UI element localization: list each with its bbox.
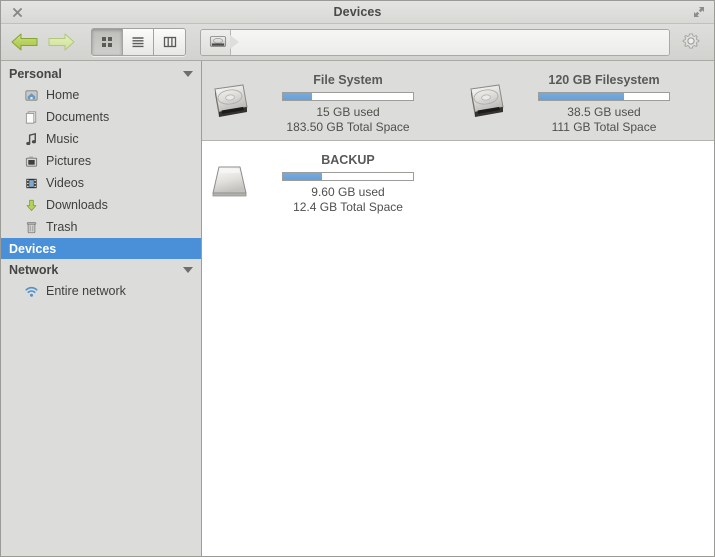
sidebar-item-documents[interactable]: Documents (1, 106, 201, 128)
device-row: BACKUP 9.60 GB used 12.4 GB Total Space (202, 141, 714, 231)
sidebar-item-entire-network-label: Entire network (46, 284, 126, 298)
sidebar-section-personal[interactable]: Personal (1, 63, 201, 84)
device-total-label: 12.4 GB Total Space (293, 200, 403, 214)
device-name: File System (313, 73, 383, 87)
network-wifi-icon (23, 283, 39, 299)
sidebar-item-videos-label: Videos (46, 176, 84, 190)
columns-icon (163, 36, 176, 48)
sidebar-item-music[interactable]: Music (1, 128, 201, 150)
device-info: File System 15 GB used 183.50 GB Total S… (256, 73, 458, 135)
maximize-icon[interactable] (692, 5, 707, 20)
home-icon (23, 87, 39, 103)
device-name: BACKUP (321, 153, 375, 167)
documents-icon (23, 109, 39, 125)
device-item-120-gb-filesystem[interactable]: 120 GB Filesystem 38.5 GB used 111 GB To… (458, 61, 714, 140)
window-body: Personal Home Documents Music Pictures V… (1, 61, 714, 556)
devices-content: File System 15 GB used 183.50 GB Total S… (202, 61, 714, 556)
device-usage-bar (538, 92, 670, 101)
forward-button[interactable] (45, 29, 77, 55)
sidebar-item-entire-network[interactable]: Entire network (1, 280, 201, 302)
sidebar-item-music-label: Music (46, 132, 79, 146)
maximize-glyph (694, 7, 704, 17)
path-bar[interactable] (200, 28, 670, 56)
sidebar-item-trash[interactable]: Trash (1, 216, 201, 238)
device-usage-fill (539, 93, 624, 100)
close-icon[interactable] (9, 4, 25, 20)
internal-harddisk-icon (458, 73, 512, 123)
device-item-file-system[interactable]: File System 15 GB used 183.50 GB Total S… (202, 61, 458, 140)
download-arrow-icon (23, 197, 39, 213)
content-empty-area (202, 231, 714, 556)
device-slot-empty (458, 141, 714, 231)
list-view-button[interactable] (123, 29, 154, 55)
settings-button[interactable] (678, 29, 704, 55)
device-name: 120 GB Filesystem (548, 73, 660, 87)
device-used-label: 15 GB used (316, 105, 380, 119)
sidebar-section-network-label: Network (9, 262, 59, 277)
gear-icon (682, 33, 700, 49)
device-usage-bar (282, 92, 414, 101)
chevron-down-icon[interactable] (183, 266, 193, 273)
device-total-label: 183.50 GB Total Space (286, 120, 410, 134)
device-usage-fill (283, 93, 312, 100)
pictures-icon (23, 153, 39, 169)
sidebar-section-network[interactable]: Network (1, 259, 201, 280)
view-mode-group (91, 28, 186, 56)
title-bar: Devices (1, 1, 714, 24)
sidebar-item-pictures[interactable]: Pictures (1, 150, 201, 172)
sidebar-item-videos[interactable]: Videos (1, 172, 201, 194)
sidebar-item-home[interactable]: Home (1, 84, 201, 106)
film-icon (23, 175, 39, 191)
column-view-button[interactable] (154, 29, 185, 55)
sidebar-item-home-label: Home (46, 88, 80, 102)
device-total-label: 111 GB Total Space (551, 120, 657, 134)
device-info: 120 GB Filesystem 38.5 GB used 111 GB To… (512, 73, 714, 135)
breadcrumb-device[interactable] (201, 29, 239, 55)
path-input[interactable] (231, 29, 669, 55)
arrow-left-icon (11, 33, 38, 51)
sidebar-item-downloads-label: Downloads (46, 198, 108, 212)
file-manager-window: Devices Personal Home Documents Music Pi… (0, 0, 715, 557)
sidebar-item-trash-label: Trash (46, 220, 78, 234)
device-info: BACKUP 9.60 GB used 12.4 GB Total Space (256, 153, 458, 215)
grid-icon (102, 37, 112, 47)
sidebar-item-documents-label: Documents (46, 110, 110, 124)
trash-icon (23, 219, 39, 235)
device-usage-bar (282, 172, 414, 181)
arrow-right-icon (48, 33, 75, 51)
toolbar (1, 24, 714, 61)
sidebar-item-pictures-label: Pictures (46, 154, 92, 168)
chevron-down-icon[interactable] (183, 70, 193, 77)
back-button[interactable] (9, 29, 41, 55)
music-note-icon (23, 131, 39, 147)
sidebar-item-downloads[interactable]: Downloads (1, 194, 201, 216)
harddisk-icon (209, 36, 227, 47)
window-title: Devices (333, 5, 382, 19)
icon-view-button[interactable] (92, 29, 123, 55)
close-glyph (12, 7, 22, 17)
sidebar-section-devices[interactable]: Devices (1, 238, 201, 259)
device-used-label: 9.60 GB used (311, 185, 385, 199)
sidebar-section-personal-label: Personal (9, 66, 62, 81)
device-item-backup[interactable]: BACKUP 9.60 GB used 12.4 GB Total Space (202, 141, 458, 231)
sidebar: Personal Home Documents Music Pictures V… (1, 61, 202, 556)
device-row: File System 15 GB used 183.50 GB Total S… (202, 61, 714, 141)
device-usage-fill (283, 173, 322, 180)
internal-harddisk-icon (202, 73, 256, 123)
device-used-label: 38.5 GB used (567, 105, 641, 119)
sidebar-section-devices-label: Devices (9, 241, 57, 256)
external-drive-icon (202, 153, 256, 203)
list-icon (132, 37, 144, 48)
